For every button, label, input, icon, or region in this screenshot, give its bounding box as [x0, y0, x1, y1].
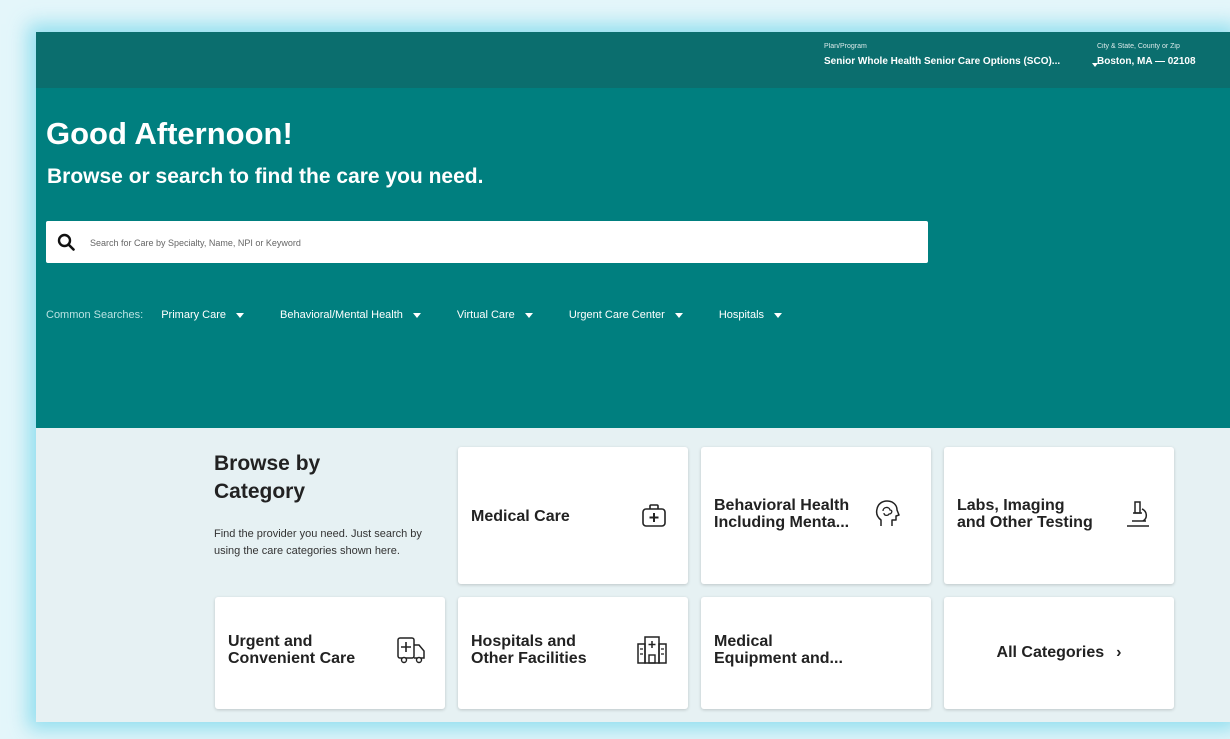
chevron-down-icon	[774, 312, 783, 318]
category-title-line: Behavioral Health	[714, 497, 850, 514]
chevron-down-icon	[674, 312, 683, 318]
location-value: Boston, MA — 02108	[1097, 56, 1196, 67]
search-input[interactable]	[88, 231, 912, 255]
category-title-line: Medical	[714, 633, 773, 650]
browse-description: Find the provider you need. Just search …	[214, 528, 422, 557]
common-search-hospitals[interactable]: Hospitals	[718, 309, 783, 321]
plan-label: Plan/Program	[824, 43, 867, 50]
category-title: Medical Care	[471, 508, 570, 525]
search-bar[interactable]	[46, 221, 928, 263]
all-categories-content: All Categories ›	[944, 597, 1174, 709]
category-title: Medical Equipment and...	[714, 633, 843, 667]
location-label: City & State, County or Zip	[1097, 43, 1180, 50]
greeting-heading: Good Afternoon!	[46, 116, 293, 151]
location-selector[interactable]: City & State, County or Zip Boston, MA —…	[1097, 43, 1196, 67]
common-search-virtual-care[interactable]: Virtual Care	[457, 309, 533, 321]
head-brain-icon	[875, 500, 900, 526]
category-title-line: Urgent and	[228, 633, 313, 650]
plan-selector[interactable]: Plan/Program Senior Whole Health Senior …	[824, 43, 1098, 67]
category-card-medical-equipment[interactable]: Medical Equipment and...	[701, 597, 931, 709]
chevron-right-icon: ›	[1116, 644, 1122, 661]
category-title: Labs, Imaging and Other Testing	[957, 497, 1093, 531]
category-title-line: Equipment and...	[714, 650, 843, 667]
chevron-down-icon	[524, 312, 533, 318]
common-searches: Common Searches: Primary Care Behavioral…	[46, 309, 818, 321]
category-title-line: Including Menta...	[714, 514, 850, 531]
common-search-behavioral-mental-health[interactable]: Behavioral/Mental Health	[280, 309, 421, 321]
category-card-medical-care[interactable]: Medical Care	[458, 447, 688, 584]
app-window: Plan/Program Senior Whole Health Senior …	[36, 32, 1230, 722]
category-title-line: Medical Care	[471, 508, 570, 525]
category-card-hospitals[interactable]: Hospitals and Other Facilities	[458, 597, 688, 709]
microscope-icon	[1127, 501, 1149, 527]
common-search-label: Urgent Care Center	[568, 309, 665, 321]
category-title-line: Labs, Imaging	[957, 497, 1065, 514]
chevron-down-icon	[412, 312, 421, 318]
common-search-label: Primary Care	[161, 309, 227, 321]
all-categories-label: All Categories	[996, 644, 1105, 661]
all-categories-button[interactable]: All Categories ›	[944, 597, 1174, 709]
common-search-label: Hospitals	[718, 309, 765, 321]
first-aid-kit-icon	[642, 504, 666, 527]
hospital-building-icon	[637, 636, 667, 664]
category-title: Urgent and Convenient Care	[228, 633, 355, 667]
chevron-down-icon	[236, 312, 245, 318]
category-title-line: and Other Testing	[957, 514, 1093, 531]
category-title-line: Convenient Care	[228, 650, 356, 667]
top-bar: Plan/Program Senior Whole Health Senior …	[36, 32, 1230, 88]
category-card-behavioral-health[interactable]: Behavioral Health Including Menta...	[701, 447, 931, 584]
category-card-labs-imaging[interactable]: Labs, Imaging and Other Testing	[944, 447, 1174, 584]
common-search-primary-care[interactable]: Primary Care	[161, 309, 245, 321]
browse-by-category-heading: Browse by Category	[214, 452, 321, 503]
category-title-line: Hospitals and	[471, 633, 576, 650]
plan-value: Senior Whole Health Senior Care Options …	[824, 56, 1061, 67]
category-title-line: Other Facilities	[471, 650, 587, 667]
common-search-label: Virtual Care	[456, 309, 515, 321]
category-title: Hospitals and Other Facilities	[471, 633, 587, 667]
common-searches-label: Common Searches:	[46, 309, 144, 321]
hero-subtitle: Browse or search to find the care you ne…	[47, 165, 484, 188]
search-icon	[57, 233, 75, 251]
category-card-urgent-care[interactable]: Urgent and Convenient Care	[215, 597, 445, 709]
common-search-label: Behavioral/Mental Health	[280, 309, 403, 321]
common-search-urgent-care-center[interactable]: Urgent Care Center	[569, 309, 683, 321]
category-title: Behavioral Health Including Menta...	[714, 497, 849, 531]
ambulance-icon	[397, 637, 425, 664]
hero-section: Good Afternoon! Browse or search to find…	[36, 88, 1230, 428]
